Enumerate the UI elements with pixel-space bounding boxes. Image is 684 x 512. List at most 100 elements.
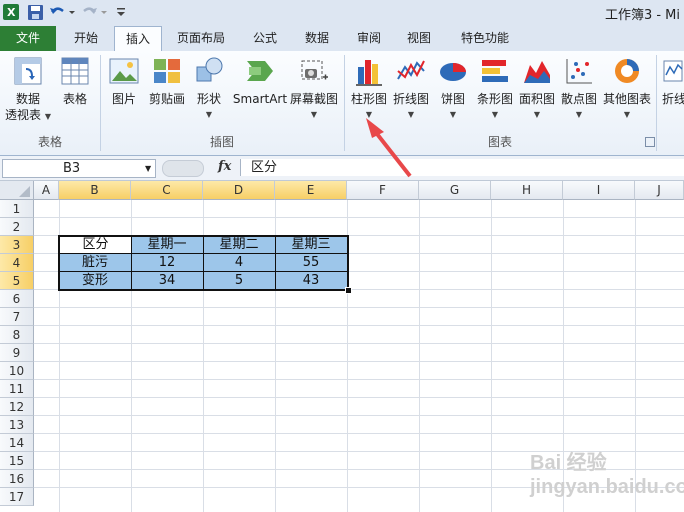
pie-chart-label: 饼图 — [440, 92, 465, 106]
line-chart-icon — [396, 55, 426, 87]
column-header-d[interactable]: D — [203, 181, 275, 200]
dropdown-arrow-icon: ▼ — [575, 110, 583, 119]
cell-c3[interactable]: 星期一 — [131, 236, 203, 254]
cell-c5[interactable]: 34 — [131, 272, 203, 290]
column-header-a[interactable]: A — [34, 181, 59, 200]
line-chart-label: 折线图 — [392, 92, 429, 106]
row-header-8[interactable]: 8 — [0, 326, 34, 344]
clip-art-label: 剪贴画 — [148, 92, 185, 106]
smartart-button[interactable]: SmartArt — [232, 55, 288, 107]
tab-data[interactable]: 数据 — [296, 26, 338, 51]
row-header-1[interactable]: 1 — [0, 200, 34, 218]
other-charts-button[interactable]: 其他图表 ▼ — [600, 55, 654, 123]
table-border-line — [203, 235, 204, 291]
cell-d4[interactable]: 4 — [203, 254, 275, 272]
cell-e4[interactable]: 55 — [275, 254, 347, 272]
row-header-10[interactable]: 10 — [0, 362, 34, 380]
column-header-b[interactable]: B — [59, 181, 131, 200]
table-border-line — [275, 235, 276, 291]
tab-view[interactable]: 视图 — [398, 26, 440, 51]
row-header-4[interactable]: 4 — [0, 254, 34, 272]
column-header-i[interactable]: I — [563, 181, 635, 200]
row-header-15[interactable]: 15 — [0, 452, 34, 470]
save-icon[interactable] — [26, 3, 44, 21]
formula-input[interactable]: 区分 — [240, 159, 684, 176]
column-header-j[interactable]: J — [635, 181, 684, 200]
tab-file[interactable]: 文件 — [0, 26, 56, 51]
group-tables-label: 表格 — [37, 135, 62, 149]
insert-function-icon[interactable]: fx — [218, 159, 231, 174]
formula-bar-resize-handle[interactable] — [162, 160, 204, 177]
row-header-17[interactable]: 17 — [0, 488, 34, 506]
other-charts-label: 其他图表 — [602, 92, 651, 106]
table-button[interactable]: 表格 — [56, 55, 94, 107]
cell-b5[interactable]: 变形 — [59, 272, 131, 290]
column-header-c[interactable]: C — [131, 181, 203, 200]
column-header-h[interactable]: H — [491, 181, 563, 200]
cell-d5[interactable]: 5 — [203, 272, 275, 290]
row-header-6[interactable]: 6 — [0, 290, 34, 308]
column-chart-button[interactable]: 柱形图 ▼ — [348, 55, 390, 123]
row-header-2[interactable]: 2 — [0, 218, 34, 236]
pie-chart-button[interactable]: 饼图 ▼ — [434, 55, 472, 123]
row-header-3[interactable]: 3 — [0, 236, 34, 254]
table-border-line — [131, 235, 132, 291]
column-header-e[interactable]: E — [275, 181, 347, 200]
gridline — [34, 307, 684, 308]
customize-icon[interactable] — [114, 3, 128, 21]
scatter-chart-button[interactable]: 散点图 ▼ — [558, 55, 600, 123]
clip-art-button[interactable]: 剪贴画 — [146, 55, 188, 107]
gridline — [34, 361, 684, 362]
fill-handle[interactable] — [345, 287, 352, 294]
tab-home[interactable]: 开始 — [62, 26, 110, 51]
tab-formulas[interactable]: 公式 — [244, 26, 286, 51]
dialog-launcher-icon[interactable] — [645, 137, 655, 147]
row-header-5[interactable]: 5 — [0, 272, 34, 290]
tab-insert[interactable]: 插入 — [114, 26, 162, 52]
row-header-14[interactable]: 14 — [0, 434, 34, 452]
formula-bar: B3 ▼ fx 区分 — [0, 156, 684, 181]
row-header-12[interactable]: 12 — [0, 398, 34, 416]
cell-d3[interactable]: 星期二 — [203, 236, 275, 254]
cell-e3[interactable]: 星期三 — [275, 236, 347, 254]
tab-special-features[interactable]: 特色功能 — [452, 26, 518, 51]
cell-b3[interactable]: 区分 — [60, 236, 131, 254]
line-chart-button[interactable]: 折线图 ▼ — [390, 55, 432, 123]
row-header-9[interactable]: 9 — [0, 344, 34, 362]
name-box[interactable]: B3 ▼ — [2, 159, 156, 178]
gridline — [34, 343, 684, 344]
tab-review[interactable]: 审阅 — [348, 26, 390, 51]
cell-b4[interactable]: 脏污 — [59, 254, 131, 272]
select-all-corner[interactable] — [0, 181, 34, 200]
dropdown-arrow-icon: ▼ — [533, 110, 541, 119]
gridline — [347, 200, 348, 512]
sparkline-icon — [662, 55, 684, 87]
picture-button[interactable]: 图片 — [106, 55, 142, 107]
tab-page-layout[interactable]: 页面布局 — [168, 26, 234, 51]
pivot-table-button[interactable]: 数据 透视表 ▼ — [2, 55, 54, 125]
screenshot-button[interactable]: 屏幕截图 ▼ — [288, 55, 340, 123]
cell-e5[interactable]: 43 — [275, 272, 347, 290]
column-header-f[interactable]: F — [347, 181, 419, 200]
sparkline-line-button[interactable]: 折线 — [662, 55, 684, 107]
bar-chart-button[interactable]: 条形图 ▼ — [474, 55, 516, 123]
gridline — [34, 379, 684, 380]
group-illustrations-label: 插图 — [209, 135, 234, 149]
clip-art-icon — [152, 55, 182, 87]
column-header-g[interactable]: G — [419, 181, 491, 200]
shapes-button[interactable]: 形状 ▼ — [190, 55, 228, 123]
row-header-11[interactable]: 11 — [0, 380, 34, 398]
redo-icon[interactable] — [80, 3, 108, 21]
row-header-16[interactable]: 16 — [0, 470, 34, 488]
chevron-down-icon[interactable]: ▼ — [145, 160, 151, 177]
row-header-13[interactable]: 13 — [0, 416, 34, 434]
row-header-7[interactable]: 7 — [0, 308, 34, 326]
bar-chart-label: 条形图 — [476, 92, 513, 106]
window-title: 工作簿3 - Mi — [604, 8, 680, 23]
excel-icon[interactable]: X — [2, 3, 20, 21]
cell-c4[interactable]: 12 — [131, 254, 203, 272]
dropdown-arrow-icon: ▼ — [449, 110, 457, 119]
area-chart-icon — [522, 55, 552, 87]
area-chart-button[interactable]: 面积图 ▼ — [516, 55, 558, 123]
undo-icon[interactable] — [48, 3, 76, 21]
